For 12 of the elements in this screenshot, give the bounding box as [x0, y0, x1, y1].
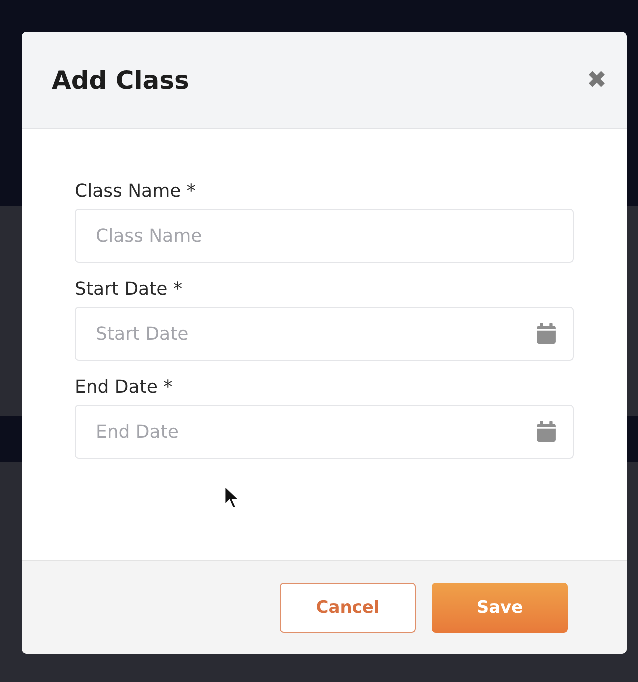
field-label: End Date * [75, 377, 174, 398]
field-label: Class Name * [75, 181, 197, 202]
save-button[interactable]: Save [432, 582, 568, 632]
calendar-icon [537, 323, 556, 344]
input-field[interactable]: Class Name [75, 209, 574, 263]
calendar-icon [537, 421, 556, 442]
field-label: Start Date * [75, 279, 184, 300]
date-field[interactable]: End Date [75, 405, 574, 459]
cancel-button[interactable]: Cancel [280, 582, 416, 632]
close-button[interactable]: ✖ [586, 66, 607, 94]
date-field[interactable]: Start Date [75, 307, 574, 361]
dialog-title: Add Class [52, 66, 190, 94]
